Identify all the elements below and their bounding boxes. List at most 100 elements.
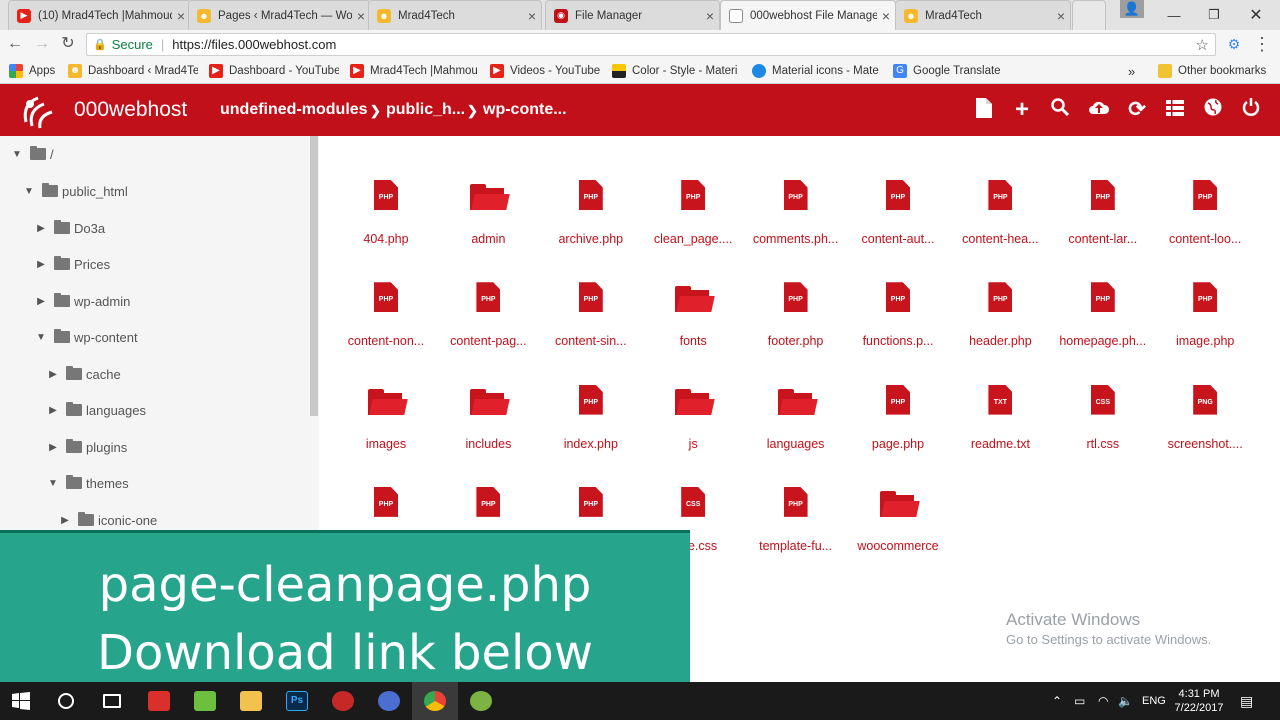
bookmark-mrad4tech[interactable]: ▶ Mrad4Tech |Mahmou [350, 58, 480, 84]
bookmark-videos[interactable]: ▶ Videos - YouTube [490, 58, 605, 84]
list-view-icon[interactable] [1163, 98, 1187, 122]
file-item[interactable]: PHP content-loo... [1155, 144, 1255, 246]
search-icon[interactable] [1048, 98, 1072, 122]
file-item[interactable]: CSS rtl.css [1053, 349, 1153, 451]
tree-item-wp-content[interactable]: ▼ wp-content [34, 325, 138, 349]
file-item[interactable]: TXT readme.txt [950, 349, 1050, 451]
forward-icon[interactable]: → [32, 34, 52, 54]
omnibox[interactable]: 🔒 Secure | https://files.000webhost.com … [86, 33, 1216, 56]
volume-icon[interactable]: 🔈 [1118, 682, 1133, 720]
tab-000webhost-file-manager[interactable]: 000webhost File Manager × [720, 0, 896, 30]
breadcrumb-item[interactable]: wp-conte... [483, 101, 567, 119]
taskbar-app-icon[interactable] [470, 691, 492, 711]
breadcrumb-item[interactable]: undefined-modules [220, 101, 368, 119]
file-item[interactable]: PHP index.php [541, 349, 641, 451]
close-window-button[interactable]: ✕ [1242, 0, 1270, 30]
file-item[interactable]: PHP comments.ph... [746, 144, 846, 246]
tree-item-prices[interactable]: ▶ Prices [34, 252, 110, 276]
bookmark-google-translate[interactable]: G Google Translate [893, 58, 1013, 84]
taskbar-app-icon[interactable] [378, 691, 400, 711]
add-icon[interactable]: + [1010, 98, 1034, 122]
upload-icon[interactable] [1087, 98, 1111, 122]
refresh-icon[interactable]: ⟳ [1125, 98, 1149, 122]
profile-icon[interactable]: 👤 [1120, 0, 1144, 18]
reload-icon[interactable]: ↻ [58, 34, 78, 54]
folder-item[interactable]: languages [746, 349, 846, 451]
file-item[interactable]: PHPgle.php [541, 451, 641, 553]
more-bookmarks-icon[interactable]: » [1128, 58, 1142, 84]
taskbar-app-icon[interactable] [148, 691, 170, 711]
search-icon[interactable] [58, 693, 74, 709]
file-item[interactable]: PHP functions.p... [848, 246, 948, 348]
url-text[interactable]: https://files.000webhost.com [172, 37, 336, 52]
file-item[interactable]: PHP [438, 451, 538, 541]
chevron-right-icon[interactable]: ▶ [34, 296, 48, 307]
bookmark-color-style[interactable]: Color - Style - Materi [612, 58, 740, 84]
wifi-icon[interactable]: ◠ [1098, 682, 1108, 720]
chevron-right-icon[interactable]: ▶ [46, 405, 60, 416]
other-bookmarks[interactable]: Other bookmarks [1158, 58, 1276, 84]
file-item[interactable]: PHP template-fu... [746, 451, 846, 553]
chevron-right-icon[interactable]: ▶ [34, 259, 48, 270]
maximize-button[interactable]: ❐ [1200, 0, 1228, 30]
folder-item[interactable]: fonts [643, 246, 743, 348]
menu-icon[interactable]: ⋮ [1252, 34, 1272, 54]
notifications-icon[interactable]: ▤ [1240, 682, 1253, 720]
folder-item[interactable]: includes [438, 349, 538, 451]
windows-start-icon[interactable] [12, 692, 30, 710]
file-item[interactable]: PHP homepage.ph... [1053, 246, 1153, 348]
chevron-right-icon[interactable]: ▶ [34, 223, 48, 234]
file-explorer-icon[interactable] [240, 691, 262, 711]
file-item[interactable]: PHP page.php [848, 349, 948, 451]
breadcrumb-item[interactable]: public_h... [386, 101, 465, 119]
power-icon[interactable] [1239, 98, 1263, 122]
chevron-down-icon[interactable]: ▼ [10, 149, 24, 160]
photoshop-icon[interactable]: Ps [286, 691, 308, 711]
close-tab-icon[interactable]: × [701, 8, 719, 24]
chevron-right-icon[interactable]: ▶ [46, 369, 60, 380]
bookmark-material-icons[interactable]: Material icons - Mate [752, 58, 880, 84]
tree-item-cache[interactable]: ▶ cache [46, 362, 121, 386]
folder-item[interactable]: woocommerce [848, 451, 948, 553]
file-item[interactable]: PHP footer.php [746, 246, 846, 348]
close-tab-icon[interactable]: × [877, 8, 895, 24]
file-item[interactable]: PHP header.php [950, 246, 1050, 348]
language-indicator[interactable]: ENG [1142, 682, 1166, 720]
tab-file-manager[interactable]: ◉ File Manager × [545, 0, 720, 30]
tree-item-plugins[interactable]: ▶ plugins [46, 435, 127, 459]
tab-mrad4tech[interactable]: ☻ Mrad4Tech × [368, 0, 542, 30]
new-tab-button[interactable] [1072, 0, 1106, 30]
bookmark-dashboard[interactable]: ☻ Dashboard ‹ Mrad4Te [68, 58, 198, 84]
back-icon[interactable]: ← [5, 34, 25, 54]
close-tab-icon[interactable]: × [523, 8, 541, 24]
sidebar-scrollbar[interactable] [310, 136, 318, 416]
file-item[interactable]: PHP content-sin... [541, 246, 641, 348]
new-file-icon[interactable] [972, 98, 996, 122]
tree-item-themes[interactable]: ▼ themes [46, 471, 129, 495]
bookmark-youtube-dashboard[interactable]: ▶ Dashboard - YouTube [209, 58, 339, 84]
tree-item-wp-admin[interactable]: ▶ wp-admin [34, 289, 130, 313]
taskbar-app-icon[interactable] [194, 691, 216, 711]
battery-icon[interactable]: ▭ [1074, 682, 1085, 720]
folder-item[interactable]: js [643, 349, 743, 451]
file-item[interactable]: PHP [336, 451, 436, 541]
tree-item-languages[interactable]: ▶ languages [46, 398, 146, 422]
file-item[interactable]: PHP content-non... [336, 246, 436, 348]
tree-item-iconic-one[interactable]: ▶ iconic-one [58, 508, 157, 532]
globe-icon[interactable] [1201, 98, 1225, 122]
folder-item[interactable]: images [336, 349, 436, 451]
bookmark-apps[interactable]: Apps [9, 58, 65, 84]
chevron-down-icon[interactable]: ▼ [34, 332, 48, 343]
chevron-right-icon[interactable]: ▶ [58, 515, 72, 526]
file-item[interactable]: PHP 404.php [336, 144, 436, 246]
file-item[interactable]: PHP content-pag... [438, 246, 538, 348]
minimize-button[interactable]: — [1160, 0, 1188, 30]
tree-item-root[interactable]: ▼ / [10, 142, 54, 166]
chevron-right-icon[interactable]: ▶ [46, 442, 60, 453]
file-item[interactable]: PHP archive.php [541, 144, 641, 246]
tab-mrad4tech-2[interactable]: ☻ Mrad4Tech × [895, 0, 1071, 30]
file-item[interactable]: PHP content-aut... [848, 144, 948, 246]
tab-wordpress-pages[interactable]: ☻ Pages ‹ Mrad4Tech — WordPress × [188, 0, 371, 30]
file-item[interactable]: PHP content-lar... [1053, 144, 1153, 246]
show-hidden-icons-icon[interactable]: ⌃ [1052, 682, 1062, 720]
